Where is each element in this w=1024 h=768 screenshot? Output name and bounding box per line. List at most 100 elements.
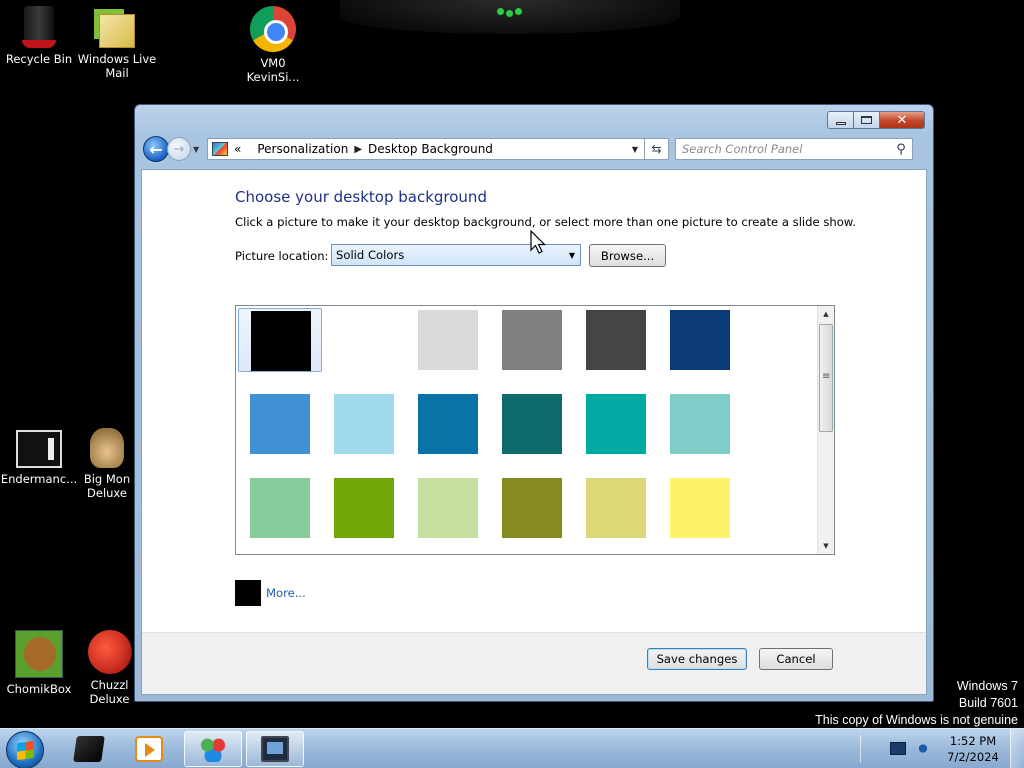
- breadcrumb-desktop-background[interactable]: Desktop Background: [368, 142, 493, 156]
- color-swatch-item[interactable]: [238, 392, 322, 456]
- color-swatch-item[interactable]: [322, 392, 406, 456]
- color-swatch-item[interactable]: [406, 476, 490, 540]
- close-icon: ✕: [896, 112, 908, 128]
- search-box[interactable]: ⚲: [675, 138, 913, 160]
- color-swatch: [418, 478, 478, 538]
- wallpaper-lights: [497, 6, 523, 17]
- game-icon: [90, 428, 124, 468]
- desktop-icon-chomikbox[interactable]: ChomikBox: [0, 630, 79, 696]
- desktop-icon-label: ChomikBox: [6, 682, 72, 696]
- breadcrumb-overflow[interactable]: «: [234, 142, 241, 156]
- scroll-thumb[interactable]: [819, 324, 833, 432]
- browse-button[interactable]: Browse...: [589, 244, 666, 267]
- cancel-button[interactable]: Cancel: [759, 648, 833, 670]
- scroll-down-icon[interactable]: ▼: [818, 538, 834, 554]
- desktop-icon-windows-live-mail[interactable]: Windows Live Mail: [77, 6, 157, 80]
- chevron-down-icon: ▼: [568, 250, 576, 260]
- color-swatch: [502, 310, 562, 370]
- color-swatch: [670, 394, 730, 454]
- close-button[interactable]: ✕: [880, 111, 925, 129]
- color-swatch: [586, 394, 646, 454]
- dialog-footer: Save changes Cancel: [142, 632, 926, 694]
- navigation-bar: ← → ▼ « Personalization ▶ Desktop Backgr…: [143, 135, 927, 163]
- network-icon[interactable]: [890, 742, 906, 755]
- back-button[interactable]: ←: [143, 136, 169, 162]
- desktop-icon-big-money[interactable]: Big Mon Deluxe: [77, 422, 137, 500]
- chrome-icon: [250, 6, 296, 52]
- watermark-line: This copy of Windows is not genuine: [815, 713, 1018, 727]
- color-swatch: [334, 478, 394, 538]
- show-desktop-button[interactable]: [1010, 729, 1024, 768]
- forward-button[interactable]: →: [167, 137, 191, 161]
- search-icon[interactable]: ⚲: [890, 142, 912, 157]
- color-swatch: [586, 310, 646, 370]
- chevron-right-icon[interactable]: ▶: [354, 144, 362, 155]
- breadcrumb-personalization[interactable]: Personalization: [257, 142, 348, 156]
- taskbar-app-control-panel[interactable]: [246, 731, 304, 767]
- tray-divider: [860, 735, 861, 763]
- picture-location-value: Solid Colors: [336, 248, 405, 262]
- color-swatch-item[interactable]: [574, 476, 658, 540]
- forward-arrow-icon: →: [173, 141, 185, 157]
- refresh-icon: ⇆: [651, 142, 662, 156]
- desktop-icon-label: Windows Live Mail: [77, 52, 157, 80]
- desktop-icon-label: Recycle Bin: [5, 52, 73, 66]
- address-dropdown-icon[interactable]: ▼: [626, 145, 644, 154]
- desktop-icon-vm0[interactable]: VM0 KevinSi...: [233, 6, 313, 84]
- clock-date: 7/2/2024: [947, 750, 999, 764]
- taskbar-app-cube[interactable]: [60, 731, 118, 767]
- color-swatch: [251, 311, 311, 371]
- window-controls: ✕: [827, 111, 925, 129]
- color-swatch-item[interactable]: [490, 308, 574, 372]
- color-swatch: [502, 478, 562, 538]
- control-panel-icon: [212, 142, 228, 156]
- desktop-icon-chuzzle[interactable]: Chuzzl Deluxe: [82, 630, 137, 706]
- media-player-icon: [135, 736, 163, 762]
- taskbar-app-users[interactable]: [184, 731, 242, 767]
- color-swatch-item[interactable]: [322, 476, 406, 540]
- clock-time: 1:52 PM: [949, 734, 997, 748]
- maximize-button[interactable]: [854, 111, 880, 129]
- gallery-scrollbar[interactable]: ▲ ▼: [817, 306, 834, 554]
- taskbar-app-media-player[interactable]: [120, 731, 178, 767]
- color-swatch-item[interactable]: [574, 392, 658, 456]
- page-description: Click a picture to make it your desktop …: [235, 215, 856, 229]
- color-swatch: [418, 394, 478, 454]
- color-swatch-item[interactable]: [406, 392, 490, 456]
- scroll-up-icon[interactable]: ▲: [818, 306, 834, 322]
- color-swatch-item[interactable]: [406, 308, 490, 372]
- color-swatch-item[interactable]: [490, 392, 574, 456]
- start-button[interactable]: [6, 731, 44, 768]
- address-bar[interactable]: « Personalization ▶ Desktop Background ▼: [207, 138, 645, 160]
- color-swatch-item[interactable]: [658, 476, 742, 540]
- recent-pages-dropdown[interactable]: ▼: [193, 145, 203, 154]
- color-swatch-item[interactable]: [238, 476, 322, 540]
- search-input[interactable]: [682, 142, 890, 156]
- save-changes-button[interactable]: Save changes: [647, 648, 747, 670]
- desktop-icon-recycle-bin[interactable]: Recycle Bin: [0, 6, 79, 66]
- maximize-icon: [861, 116, 872, 124]
- minimize-button[interactable]: [827, 111, 854, 129]
- volume-icon[interactable]: [915, 742, 931, 755]
- color-swatch-item[interactable]: [574, 308, 658, 372]
- color-swatch-item[interactable]: [238, 308, 322, 372]
- color-swatch-item[interactable]: [658, 392, 742, 456]
- color-swatch: [334, 394, 394, 454]
- refresh-button[interactable]: ⇆: [645, 138, 669, 160]
- back-arrow-icon: ←: [149, 139, 163, 159]
- color-swatch-item[interactable]: [322, 308, 406, 372]
- color-swatch-item[interactable]: [658, 308, 742, 372]
- system-clock[interactable]: 1:52 PM 7/2/2024: [938, 733, 1008, 765]
- more-colors-link[interactable]: More...: [266, 586, 306, 600]
- picture-location-label: Picture location:: [235, 249, 329, 263]
- desktop-icon-label: Big Mon Deluxe: [83, 472, 131, 500]
- taskbar: 1:52 PM 7/2/2024: [0, 728, 1024, 768]
- color-swatch: [250, 478, 310, 538]
- display-settings-icon: [261, 736, 289, 762]
- color-swatch: [670, 478, 730, 538]
- color-swatch: [502, 394, 562, 454]
- desktop-icon-endermanch[interactable]: Endermanc...: [0, 422, 79, 486]
- color-swatch-item[interactable]: [490, 476, 574, 540]
- current-color-swatch: [235, 580, 261, 606]
- page-title: Choose your desktop background: [235, 188, 487, 206]
